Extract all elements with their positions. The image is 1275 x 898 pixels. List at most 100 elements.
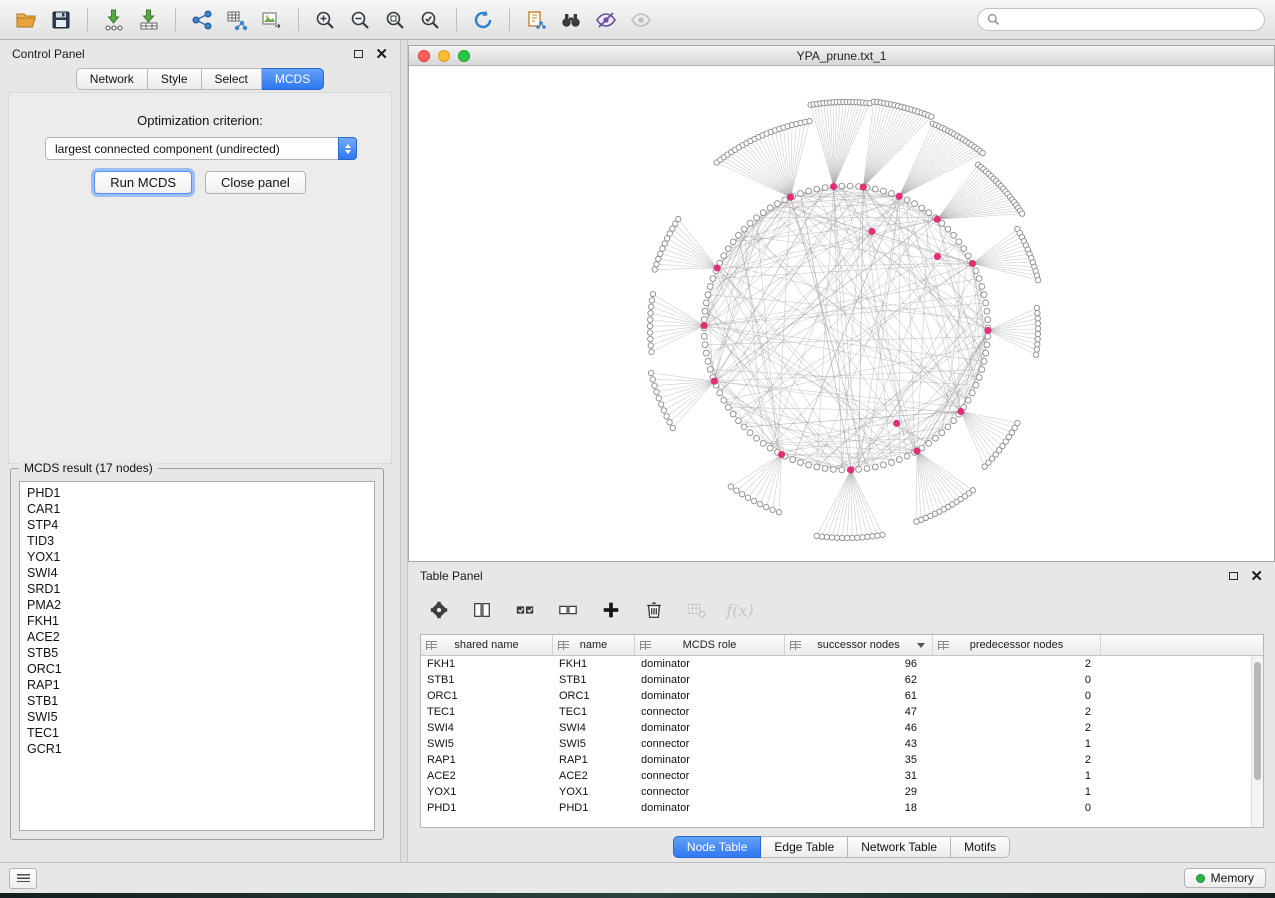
zoom-fit-button[interactable]: [379, 5, 411, 35]
tab-select[interactable]: Select: [202, 68, 262, 90]
node-table-body: FKH1FKH1dominator962STB1STB1dominator620…: [421, 656, 1251, 827]
mcds-result-item[interactable]: STB1: [20, 693, 374, 709]
window-close-icon[interactable]: [418, 50, 430, 62]
duplicate-network-icon: [525, 9, 547, 31]
column-grid-icon: [938, 641, 949, 650]
table-row[interactable]: SWI4SWI4dominator462: [421, 720, 1251, 736]
tab-edge-table[interactable]: Edge Table: [761, 836, 848, 858]
add-column-button[interactable]: [598, 597, 624, 623]
mcds-result-item[interactable]: TID3: [20, 533, 374, 549]
tab-node-table[interactable]: Node Table: [673, 836, 762, 858]
table-settings-button[interactable]: [426, 597, 452, 623]
table-row[interactable]: ACE2ACE2connector311: [421, 768, 1251, 784]
toggle-graphics-details-button[interactable]: [590, 5, 622, 35]
open-file-button[interactable]: [10, 5, 42, 35]
table-row[interactable]: PHD1PHD1dominator180: [421, 800, 1251, 816]
tab-motifs[interactable]: Motifs: [951, 836, 1010, 858]
hamburger-icon: [17, 874, 30, 882]
table-toolbar: f(x): [408, 590, 1275, 630]
import-network-button[interactable]: [98, 5, 130, 35]
table-row[interactable]: ORC1ORC1dominator610: [421, 688, 1251, 704]
table-row[interactable]: TEC1TEC1connector472: [421, 704, 1251, 720]
column-label: name: [580, 639, 608, 651]
tab-network[interactable]: Network: [76, 68, 148, 90]
network-from-table-button[interactable]: [221, 5, 253, 35]
table-row[interactable]: SWI5SWI5connector431: [421, 736, 1251, 752]
close-panel-button[interactable]: Close panel: [205, 171, 306, 194]
search-box[interactable]: [977, 8, 1265, 31]
import-table-icon: [138, 9, 160, 31]
find-button[interactable]: [555, 5, 587, 35]
mcds-result-item[interactable]: CAR1: [20, 501, 374, 517]
mcds-result-item[interactable]: YOX1: [20, 549, 374, 565]
table-scrollbar[interactable]: [1251, 656, 1263, 827]
panel-split-divider[interactable]: [400, 40, 408, 862]
duplicate-network-button[interactable]: [520, 5, 552, 35]
select-all-button[interactable]: [512, 597, 538, 623]
mcds-result-item[interactable]: PHD1: [20, 485, 374, 501]
control-panel: Control Panel ✕ Network Style Select MCD…: [0, 40, 400, 862]
control-panel-header: Control Panel ✕: [0, 40, 400, 68]
run-mcds-button[interactable]: Run MCDS: [94, 171, 192, 194]
zoom-selected-button[interactable]: [414, 5, 446, 35]
column-header-predecessor-nodes[interactable]: predecessor nodes: [933, 635, 1101, 655]
network-window-titlebar[interactable]: YPA_prune.txt_1: [409, 46, 1274, 66]
zoom-in-button[interactable]: [309, 5, 341, 35]
close-panel-icon[interactable]: ✕: [375, 47, 388, 62]
mcds-result-item[interactable]: STP4: [20, 517, 374, 533]
table-panel: Table Panel ✕: [408, 562, 1275, 862]
table-row[interactable]: YOX1YOX1connector291: [421, 784, 1251, 800]
new-network-button[interactable]: [186, 5, 218, 35]
cell-predecessor-nodes: 0: [933, 672, 1101, 688]
mcds-result-list[interactable]: PHD1CAR1STP4TID3YOX1SWI4SRD1PMA2FKH1ACE2…: [19, 481, 375, 831]
tab-network-table[interactable]: Network Table: [848, 836, 951, 858]
delete-column-button[interactable]: [641, 597, 667, 623]
panel-menu-button[interactable]: [9, 868, 37, 889]
mcds-result-item[interactable]: RAP1: [20, 677, 374, 693]
toolbar-separator: [87, 8, 88, 32]
save-session-button[interactable]: [45, 5, 77, 35]
table-row[interactable]: FKH1FKH1dominator962: [421, 656, 1251, 672]
tab-mcds[interactable]: MCDS: [262, 68, 324, 90]
apply-layout-button[interactable]: [467, 5, 499, 35]
window-maximize-icon[interactable]: [458, 50, 470, 62]
window-minimize-icon[interactable]: [438, 50, 450, 62]
mcds-result-item[interactable]: SWI4: [20, 565, 374, 581]
mcds-result-item[interactable]: TEC1: [20, 725, 374, 741]
table-row[interactable]: RAP1RAP1dominator352: [421, 752, 1251, 768]
mcds-result-item[interactable]: ORC1: [20, 661, 374, 677]
cell-name: YOX1: [553, 784, 635, 800]
memory-button[interactable]: Memory: [1184, 868, 1266, 888]
network-canvas[interactable]: [409, 66, 1274, 561]
show-hide-button: [625, 5, 657, 35]
tab-style[interactable]: Style: [148, 68, 202, 90]
deselect-all-icon: [558, 600, 578, 620]
zoom-out-button[interactable]: [344, 5, 376, 35]
select-all-icon: [515, 600, 535, 620]
column-header-shared-name[interactable]: shared name: [421, 635, 553, 655]
mcds-result-item[interactable]: PMA2: [20, 597, 374, 613]
table-row[interactable]: STB1STB1dominator620: [421, 672, 1251, 688]
scrollbar-thumb[interactable]: [1254, 662, 1261, 780]
deselect-all-button[interactable]: [555, 597, 581, 623]
mcds-result-item[interactable]: FKH1: [20, 613, 374, 629]
column-header-mcds-role[interactable]: MCDS role: [635, 635, 785, 655]
float-panel-icon[interactable]: [1229, 572, 1238, 580]
import-table-button[interactable]: [133, 5, 165, 35]
mcds-result-item[interactable]: SWI5: [20, 709, 374, 725]
export-image-button[interactable]: [256, 5, 288, 35]
mcds-result-item[interactable]: GCR1: [20, 741, 374, 757]
column-header-name[interactable]: name: [553, 635, 635, 655]
search-input[interactable]: [1006, 12, 1255, 28]
close-panel-icon[interactable]: ✕: [1250, 569, 1263, 584]
float-panel-icon[interactable]: [354, 50, 363, 58]
mcds-result-item[interactable]: SRD1: [20, 581, 374, 597]
fx-icon: f(x): [726, 601, 753, 620]
column-header-successor-nodes[interactable]: successor nodes: [785, 635, 933, 655]
cell-predecessor-nodes: 1: [933, 768, 1101, 784]
mcds-result-item[interactable]: ACE2: [20, 629, 374, 645]
node-table: shared name name MCDS role successor nod…: [420, 634, 1264, 828]
show-columns-button[interactable]: [469, 597, 495, 623]
criterion-dropdown[interactable]: largest connected component (undirected): [45, 137, 357, 160]
mcds-result-item[interactable]: STB5: [20, 645, 374, 661]
